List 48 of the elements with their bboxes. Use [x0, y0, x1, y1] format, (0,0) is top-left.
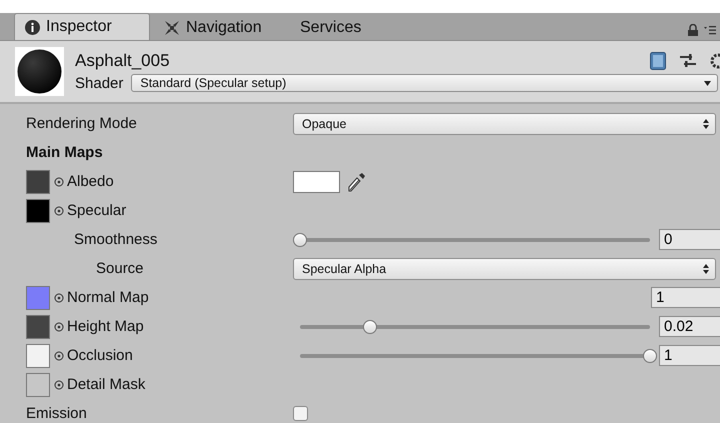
- shader-dropdown[interactable]: Standard (Specular setup): [131, 74, 718, 92]
- shader-label: Shader: [75, 74, 124, 92]
- property-label: Height Map: [67, 318, 144, 335]
- texture-swatch[interactable]: [26, 198, 50, 222]
- compass-icon: [164, 20, 180, 36]
- texture-swatch[interactable]: [26, 314, 50, 338]
- tab[interactable]: Inspector: [14, 13, 150, 40]
- target-icon[interactable]: [54, 322, 64, 332]
- dropdown[interactable]: Specular Alpha: [293, 258, 716, 280]
- property-label: Emission: [26, 405, 87, 422]
- info-icon: [25, 20, 40, 34]
- texture-swatch[interactable]: [26, 170, 50, 194]
- sliders-icon[interactable]: [680, 53, 696, 69]
- material-name: Asphalt_005: [75, 51, 171, 71]
- number-field[interactable]: 1: [651, 287, 720, 308]
- texture-swatch[interactable]: [26, 286, 50, 310]
- property-label: Occlusion: [67, 347, 133, 364]
- tab[interactable]: Services: [286, 15, 422, 40]
- target-icon[interactable]: [54, 292, 64, 302]
- up-down-arrow-icon: [703, 118, 709, 128]
- target-icon[interactable]: [54, 350, 64, 360]
- up-down-arrow-icon: [703, 264, 709, 274]
- number-field[interactable]: 0: [659, 229, 720, 250]
- menu-icon[interactable]: [704, 25, 716, 35]
- lock-icon[interactable]: [688, 24, 698, 36]
- section-header: Main Maps: [26, 144, 103, 161]
- property-label: Source: [96, 260, 144, 277]
- target-icon[interactable]: [54, 176, 64, 186]
- material-preview: [15, 47, 64, 96]
- property-label: Rendering Mode: [26, 115, 137, 132]
- target-icon[interactable]: [54, 380, 64, 390]
- property-label: Albedo: [67, 173, 114, 190]
- texture-swatch[interactable]: [26, 372, 50, 396]
- caret-icon: [704, 80, 711, 86]
- number-field[interactable]: 1: [659, 345, 720, 366]
- tab[interactable]: Navigation: [150, 15, 286, 40]
- target-icon[interactable]: [54, 206, 64, 216]
- texture-swatch[interactable]: [26, 344, 50, 368]
- property-label: Detail Mask: [67, 376, 146, 393]
- property-label: Normal Map: [67, 289, 149, 306]
- checkbox[interactable]: [293, 406, 308, 421]
- property-label: Specular: [67, 202, 126, 219]
- book-icon[interactable]: [650, 52, 666, 70]
- color-field[interactable]: [293, 170, 340, 192]
- dropdown[interactable]: Opaque: [293, 112, 716, 134]
- property-label: Smoothness: [74, 231, 158, 248]
- number-field[interactable]: 0.02: [659, 316, 720, 337]
- eyedropper-icon[interactable]: [348, 172, 366, 192]
